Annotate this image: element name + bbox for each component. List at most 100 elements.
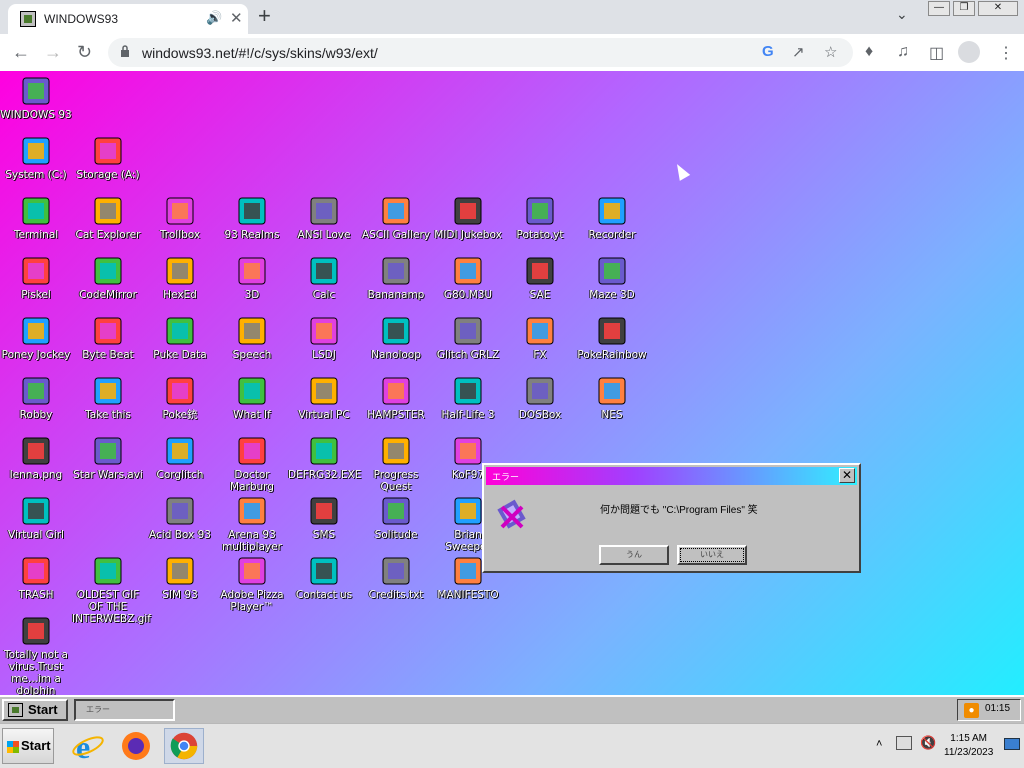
desktop-icon-calc[interactable]: Calc: [288, 255, 360, 301]
desktop-icon-potato-yt[interactable]: Potato.yt: [504, 195, 576, 241]
desktop-icon-doctor-marburg[interactable]: Doctor Marburg: [216, 435, 288, 493]
desktop-icon-terminal[interactable]: Terminal: [0, 195, 72, 241]
desktop-icon-star-wars-avi[interactable]: Star Wars.avi: [72, 435, 144, 481]
reload-icon[interactable]: ↻: [77, 42, 92, 63]
desktop-icon-codemirror[interactable]: CodeMirror: [72, 255, 144, 301]
desktop-icon-g80-m3u[interactable]: G80.M3U: [432, 255, 504, 301]
desktop-icon-poke[interactable]: Poke銃: [144, 375, 216, 421]
desktop-icon-half-life-3[interactable]: Half-Life 3: [432, 375, 504, 421]
desktop-icon-virtual-girl[interactable]: Virtual Girl: [0, 495, 72, 541]
desktop-icon-acid-box-93[interactable]: Acid Box 93: [144, 495, 216, 541]
desktop-icon-speech[interactable]: Speech: [216, 315, 288, 361]
show-desktop-icon[interactable]: [1004, 738, 1020, 750]
desktop-icon-glitch-grlz[interactable]: Glitch GRLZ: [432, 315, 504, 361]
desktop-icon-nanoloop[interactable]: Nanoloop: [360, 315, 432, 361]
desktop-icon-maze-3d[interactable]: Maze 3D: [576, 255, 648, 301]
volume-muted-icon[interactable]: 🔇: [920, 735, 936, 751]
desktop-icon-what-if[interactable]: What If: [216, 375, 288, 421]
google-icon[interactable]: G: [762, 43, 774, 60]
tab-close-icon[interactable]: ✕: [230, 9, 243, 27]
network-icon[interactable]: [896, 736, 912, 750]
profile-avatar[interactable]: [958, 41, 980, 63]
desktop-icon-adobe-pizza-player[interactable]: Adobe Pizza Player™: [216, 555, 288, 613]
desktop-icon-oldest-gif-of-the-interwebz-gif[interactable]: OLDEST GIF OF THE INTERWEBZ.gif: [72, 555, 151, 625]
desktop-icon-corglitch[interactable]: Corglitch: [144, 435, 216, 481]
desktop-icon-poney-jockey[interactable]: Poney Jockey: [0, 315, 72, 361]
dialog-titlebar[interactable]: エラー ✕: [486, 467, 857, 485]
desktop-icon-sms[interactable]: SMS: [288, 495, 360, 541]
desktop-icon-midi-jukebox[interactable]: MIDI Jukebox: [432, 195, 504, 241]
desktop-icon-ascii-gallery[interactable]: ASCII Gallery: [360, 195, 432, 241]
new-tab-button[interactable]: +: [258, 3, 271, 29]
address-bar[interactable]: windows93.net/#!/c/sys/skins/w93/ext/ G …: [108, 38, 853, 67]
desktop-icon-hampster[interactable]: HAMPSTER: [360, 375, 432, 421]
desktop-icon-bananamp[interactable]: Bananamp: [360, 255, 432, 301]
desktop-icon-robby[interactable]: Robby: [0, 375, 72, 421]
desktop-icon-recorder[interactable]: Recorder: [576, 195, 648, 241]
desktop-icon-byte-beat[interactable]: Byte Beat: [72, 315, 144, 361]
desktop-icon-system-c[interactable]: System (C:): [0, 135, 72, 181]
dialog-yes-button[interactable]: うん: [599, 545, 669, 565]
tab-search-chevron-icon[interactable]: ⌄: [896, 6, 908, 23]
desktop-icon-defrg32-exe[interactable]: DEFRG32.EXE: [288, 435, 361, 481]
desktop-icon-piskel[interactable]: Piskel: [0, 255, 72, 301]
w93-start-button[interactable]: Start: [2, 699, 68, 721]
desktop-icon-trash[interactable]: TRASH: [0, 555, 72, 601]
close-window-button[interactable]: ✕: [978, 1, 1018, 16]
desktop-icon-arena-93-multiplayer[interactable]: Arena 93 multiplayer: [216, 495, 288, 553]
firefox-icon[interactable]: [116, 728, 156, 764]
desktop-icon-windows-93[interactable]: WINDOWS 93: [0, 75, 72, 121]
dialog-no-button[interactable]: いいえ: [677, 545, 747, 565]
host-clock[interactable]: 1:15 AM 11/23/2023: [944, 732, 993, 760]
desktop-icon-nes[interactable]: NES: [576, 375, 648, 421]
desktop-icon-trollbox[interactable]: Trollbox: [144, 195, 216, 241]
w93-taskbar-window-error[interactable]: エラー: [74, 699, 175, 721]
desktop-icon-virtual-pc[interactable]: Virtual PC: [288, 375, 360, 421]
desktop-icon-cat-explorer[interactable]: Cat Explorer: [72, 195, 144, 241]
desktop-icon-lsdj[interactable]: LSDJ: [288, 315, 360, 361]
desktop-icon-progress-quest[interactable]: Progress Quest: [360, 435, 432, 493]
browser-tab[interactable]: WINDOWS93 🔊 ✕: [8, 4, 248, 34]
internet-explorer-icon[interactable]: e: [68, 728, 108, 764]
chrome-icon[interactable]: [164, 728, 204, 764]
desktop-icon-label: What If: [233, 409, 271, 421]
back-arrow-icon[interactable]: ←: [12, 42, 30, 63]
extensions-icon[interactable]: ♦: [865, 43, 873, 61]
desktop-icon-lenna-png[interactable]: lenna.png: [0, 435, 72, 481]
rss-icon[interactable]: ●: [964, 703, 979, 718]
dialog-close-button[interactable]: ✕: [839, 468, 855, 483]
side-panel-icon[interactable]: ◫: [929, 43, 944, 63]
desktop-icon-take-this[interactable]: Take this: [72, 375, 144, 421]
desktop-icon-storage-a[interactable]: Storage (A:): [72, 135, 144, 181]
desktop-icon-label: Half-Life 3: [441, 409, 495, 421]
bookmark-star-icon[interactable]: ☆: [824, 43, 837, 61]
show-hidden-icons-chevron-icon[interactable]: ˄: [876, 738, 882, 750]
desktop-icon-pokerainbow[interactable]: PokeRainbow: [576, 315, 648, 361]
host-start-button[interactable]: Start: [2, 728, 54, 764]
minimize-button[interactable]: —: [928, 1, 950, 16]
menu-kebab-icon[interactable]: ⋮: [998, 43, 1014, 63]
desktop-icon-puke-data[interactable]: Puke Data: [144, 315, 216, 361]
forward-arrow-icon[interactable]: →: [44, 42, 62, 63]
speaker-icon[interactable]: 🔊: [206, 10, 222, 26]
progress-quest-icon: [380, 435, 412, 467]
desktop-icon-sae[interactable]: SAE: [504, 255, 576, 301]
desktop-icon-ansi-love[interactable]: ANSI Love: [288, 195, 360, 241]
desktop-icon-solitude[interactable]: Solitude: [360, 495, 432, 541]
desktop-icon-dosbox[interactable]: DOSBox: [504, 375, 576, 421]
desktop-icon-hexed[interactable]: HexEd: [144, 255, 216, 301]
desktop-icon-credits-txt[interactable]: Credits.txt: [360, 555, 432, 601]
byte-beat-icon: [92, 315, 124, 347]
recorder-icon: [596, 195, 628, 227]
dialog-message: 何か問題でも "C:\Program Files" 笑: [600, 505, 758, 516]
share-icon[interactable]: ↗: [792, 43, 805, 61]
desktop-icon-totally-not-a-virus-trust-me-im-a-dolphin[interactable]: Totally not a virus.Trust me...im a dolp…: [0, 615, 72, 695]
desktop-icon-93-realms[interactable]: 93 Realms: [216, 195, 288, 241]
restore-button[interactable]: ❐: [953, 1, 975, 16]
desktop-icon-sim-93[interactable]: SIM 93: [144, 555, 216, 601]
media-control-icon[interactable]: ♫: [897, 43, 909, 61]
93-realms-icon: [236, 195, 268, 227]
desktop-icon-fx[interactable]: FX: [504, 315, 576, 361]
desktop-icon-contact-us[interactable]: Contact us: [288, 555, 360, 601]
desktop-icon-3d[interactable]: 3D: [216, 255, 288, 301]
